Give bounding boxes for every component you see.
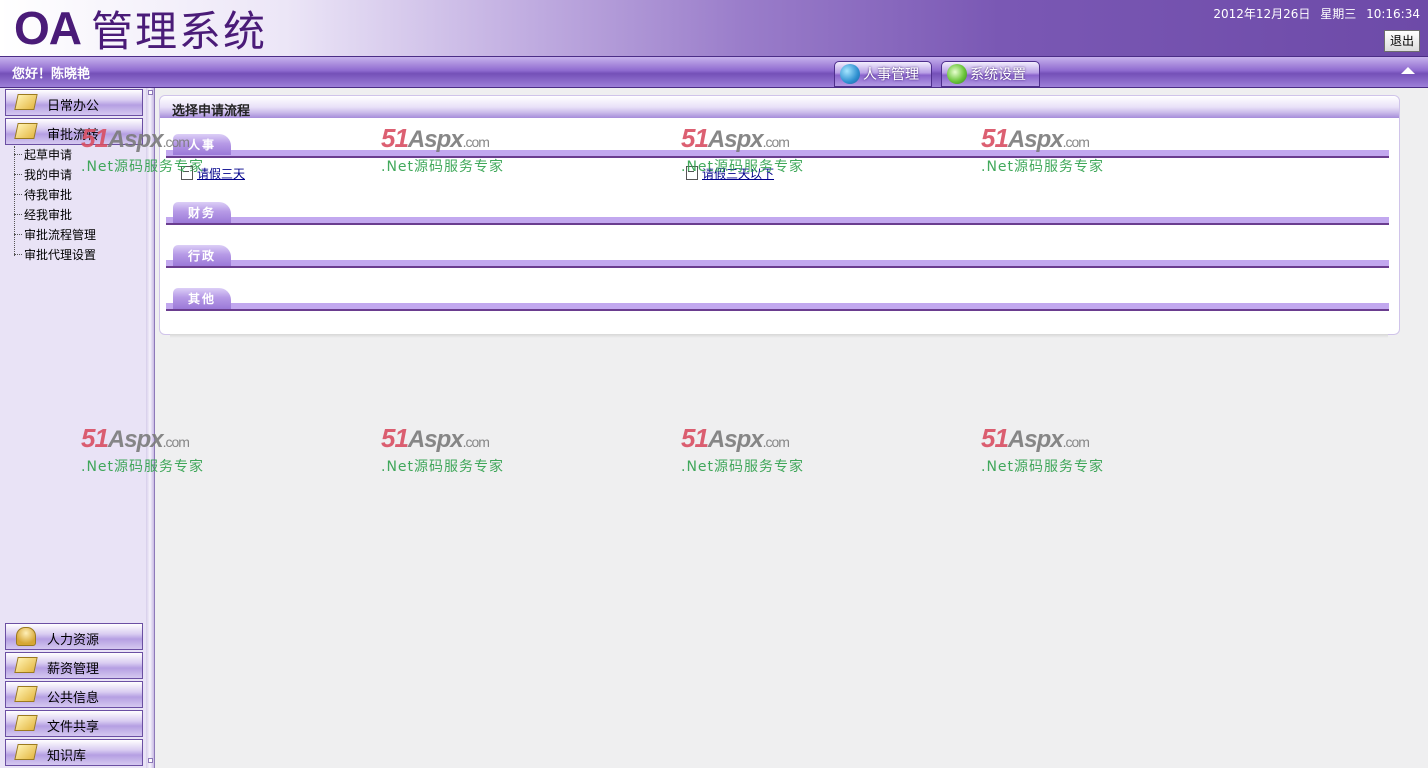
menu-label: 人力资源 [47,633,100,648]
sidebar-menu-approval-flow[interactable]: 审批流转 [5,118,143,145]
category-tab-other: 其他 [173,288,231,309]
sidebar-item-proxy-settings[interactable]: 审批代理设置 [14,246,96,262]
watermark-tagline: .Net源码服务专家 [681,459,805,475]
tab-hr-management[interactable]: 人事管理 [834,61,932,87]
sidebar-menu-salary[interactable]: 薪资管理 [5,652,143,679]
document-icon [686,166,698,180]
book-icon [14,657,38,673]
splitter-grip-icon [148,90,153,95]
sidebar-menu-file-sharing[interactable]: 文件共享 [5,710,143,737]
sidebar-item-pending-approval[interactable]: 待我审批 [14,186,72,202]
sidebar-menu-daily-office[interactable]: 日常办公 [5,89,143,116]
watermark: 51Aspx.com .Net源码服务专家 [681,423,821,479]
time-text: 10:16:34 [1366,7,1420,21]
flow-item-leave-3-days[interactable]: 请假三天 [181,165,245,181]
watermark-tagline: .Net源码服务专家 [381,459,505,475]
collapse-arrow-icon[interactable] [1401,67,1415,74]
logo-title: 管理系统 [91,6,268,56]
document-icon [181,166,193,180]
datetime-display: 2012年12月26日 星期三 10:16:34 [1207,5,1420,22]
flow-link[interactable]: 请假三天以下 [702,165,774,182]
app-logo: OA 管理系统 [14,2,267,56]
date-text: 2012年12月26日 [1213,7,1311,21]
top-nav-bar: 您好！陈晓艳 人事管理 系统设置 [0,57,1428,88]
menu-label: 知识库 [47,749,87,764]
watermark: 51Aspx.com .Net源码服务专家 [981,423,1121,479]
watermark: 51Aspx.com .Net源码服务专家 [381,423,521,479]
menu-label: 公共信息 [47,691,100,706]
menu-label: 文件共享 [47,720,100,735]
menu-label: 审批流转 [47,128,100,143]
flow-select-panel: 选择申请流程 [159,95,1400,335]
weekday-text: 星期三 [1320,7,1357,21]
sidebar-menu-knowledge-base[interactable]: 知识库 [5,739,143,766]
sidebar-item-approved-by-me[interactable]: 经我审批 [14,206,72,222]
panel-shadow [170,334,1388,338]
flow-item-leave-under-3-days[interactable]: 请假三天以下 [686,165,774,181]
category-tab-administration: 行政 [173,245,231,266]
splitter-grip-icon [148,758,153,763]
sidebar-item-draft-request[interactable]: 起草申请 [14,146,72,162]
logout-button[interactable]: 退出 [1384,30,1420,52]
sidebar-menu-public-info[interactable]: 公共信息 [5,681,143,708]
user-greeting: 您好！陈晓艳 [12,67,91,82]
category-divider [166,217,1389,225]
category-divider [166,150,1389,158]
menu-label: 薪资管理 [47,662,100,677]
flow-link[interactable]: 请假三天 [197,165,245,182]
approval-submenu: 起草申请 我的申请 待我审批 经我审批 审批流程管理 审批代理设置 [12,146,132,264]
menu-label: 日常办公 [47,99,100,114]
category-tab-finance: 财务 [173,202,231,223]
panel-title: 选择申请流程 [172,104,251,119]
tab-label: 人事管理 [863,67,919,83]
logo-oa: OA [14,2,82,54]
book-icon [14,715,38,731]
book-icon [14,123,38,139]
watermark-logo: 51Aspx.com [381,423,490,453]
sidebar-item-flow-management[interactable]: 审批流程管理 [14,226,96,242]
panel-title-bar: 选择申请流程 [160,96,1399,119]
sidebar-menu-human-resources[interactable]: 人力资源 [5,623,143,650]
watermark-logo: 51Aspx.com [681,423,790,453]
sidebar-item-my-requests[interactable]: 我的申请 [14,166,72,182]
category-divider [166,260,1389,268]
category-divider [166,303,1389,311]
watermark-tagline: .Net源码服务专家 [981,459,1105,475]
watermark-logo: 51Aspx.com [981,423,1090,453]
tab-label: 系统设置 [970,67,1026,83]
app-header: OA 管理系统 2012年12月26日 星期三 10:16:34 退出 [0,0,1428,57]
book-icon [14,744,38,760]
sidebar-splitter[interactable] [146,88,155,768]
people-icon [16,627,36,646]
globe-icon [840,64,860,84]
tab-system-settings[interactable]: 系统设置 [941,61,1040,87]
category-tab-personnel: 人事 [173,134,231,155]
book-icon [14,686,38,702]
gear-icon [947,64,967,84]
book-icon [14,94,38,110]
